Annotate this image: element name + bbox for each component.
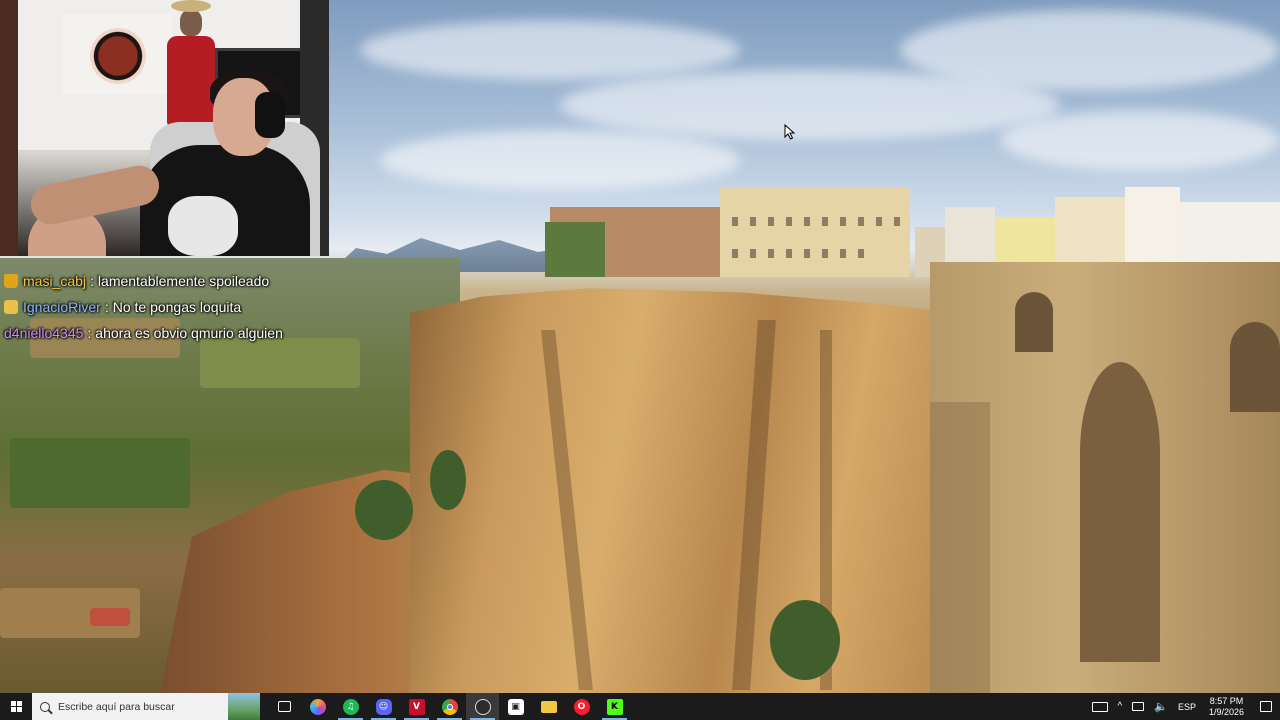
keyboard-layout-button[interactable] (1087, 693, 1113, 720)
taskbar-app-chrome[interactable] (433, 693, 466, 720)
taskbar-app-discord[interactable]: ☺ (367, 693, 400, 720)
chat-text: lamentablemente spoileado (97, 273, 270, 289)
chat-message: IgnacioRiver : No te pongas loquita (4, 294, 424, 320)
taskbar-pinned-apps: ♫ ☺ V ▣ O K (268, 693, 631, 720)
cloud (380, 130, 740, 190)
search-placeholder: Escribe aquí para buscar (58, 700, 175, 713)
search-icon (40, 701, 50, 712)
puente-nuevo-bridge (930, 262, 1280, 693)
webcam-overlay (0, 0, 329, 256)
sub-badge-icon (4, 300, 18, 314)
taskbar-app-streamlabs[interactable]: ▣ (499, 693, 532, 720)
chat-separator: : (104, 299, 109, 315)
language-indicator[interactable]: ESP (1173, 693, 1201, 720)
webcam-santa-figure (165, 0, 217, 126)
shrub (430, 450, 466, 510)
chat-username: d4niello4345 (4, 325, 84, 341)
webcam-door (0, 0, 18, 256)
webcam-headset (255, 92, 285, 138)
search-highlight-thumbnail[interactable] (228, 693, 260, 720)
volume-icon: 🔈 (1154, 701, 1168, 713)
clock-date: 1/9/2026 (1208, 706, 1244, 717)
cloud (1000, 110, 1280, 170)
clock-time: 8:57 PM (1209, 695, 1244, 706)
main-cliff (410, 288, 1010, 693)
chat-message: masi_cabj : lamentablemente spoileado (4, 268, 424, 294)
discord-icon: ☺ (375, 698, 392, 715)
streamlabs-icon: ▣ (507, 698, 524, 715)
notification-icon (1260, 701, 1272, 712)
webcam-shirt-print (168, 196, 238, 256)
taskbar-app-opera[interactable]: O (565, 693, 598, 720)
taskbar-app-file-explorer[interactable] (532, 693, 565, 720)
copilot-icon (309, 698, 326, 715)
taskbar-app-voicemeeter[interactable]: V (400, 693, 433, 720)
kick-icon: K (606, 698, 623, 715)
task-view-icon (278, 701, 291, 712)
file-explorer-icon (540, 700, 557, 713)
chat-separator: : (87, 325, 92, 341)
taskbar-app-kick[interactable]: K (598, 693, 631, 720)
show-hidden-icons-button[interactable]: ^ (1113, 693, 1128, 720)
windows-taskbar: Escribe aquí para buscar ♫ ☺ V ▣ O K ^ 🔈… (0, 693, 1280, 720)
obs-icon (474, 698, 491, 715)
chat-username: IgnacioRiver (23, 299, 101, 315)
notification-center-button[interactable] (1252, 693, 1280, 720)
network-icon (1132, 702, 1145, 711)
cloud (900, 10, 1280, 90)
shrub (770, 600, 840, 680)
crown-icon (4, 274, 18, 288)
chevron-up-icon: ^ (1117, 701, 1123, 712)
taskbar-search-box[interactable]: Escribe aquí para buscar (32, 693, 260, 720)
keyboard-icon (1091, 701, 1108, 712)
windows-logo-icon (10, 701, 22, 712)
volume-button[interactable]: 🔈 (1149, 693, 1173, 720)
cloud (360, 20, 740, 80)
language-label: ESP (1177, 701, 1196, 712)
chat-separator: : (90, 273, 94, 289)
taskbar-app-copilot[interactable] (301, 693, 334, 720)
chat-text: ahora es obvio qmurio alguien (95, 325, 283, 341)
opera-icon: O (573, 698, 590, 715)
spotify-icon: ♫ (342, 698, 359, 715)
webcam-flag-emblem (90, 28, 146, 84)
taskbar-app-spotify[interactable]: ♫ (334, 693, 367, 720)
chat-text: No te pongas loquita (112, 299, 242, 315)
mouse-cursor-icon (784, 124, 796, 140)
chat-message: d4niello4345 : ahora es obvio qmurio alg… (4, 320, 424, 346)
voicemeeter-icon: V (408, 698, 425, 715)
task-view-button[interactable] (268, 693, 301, 720)
stream-chat-overlay: masi_cabj : lamentablemente spoileado Ig… (4, 268, 424, 346)
start-button[interactable] (0, 693, 32, 720)
taskbar-clock[interactable]: 8:57 PM 1/9/2026 (1201, 696, 1252, 718)
system-tray: ^ 🔈 ESP 8:57 PM 1/9/2026 (1087, 693, 1280, 720)
chrome-icon (441, 698, 458, 715)
network-button[interactable] (1127, 693, 1149, 720)
shrub (355, 480, 413, 540)
taskbar-app-obs[interactable] (466, 693, 499, 720)
chat-username: masi_cabj (23, 273, 87, 289)
